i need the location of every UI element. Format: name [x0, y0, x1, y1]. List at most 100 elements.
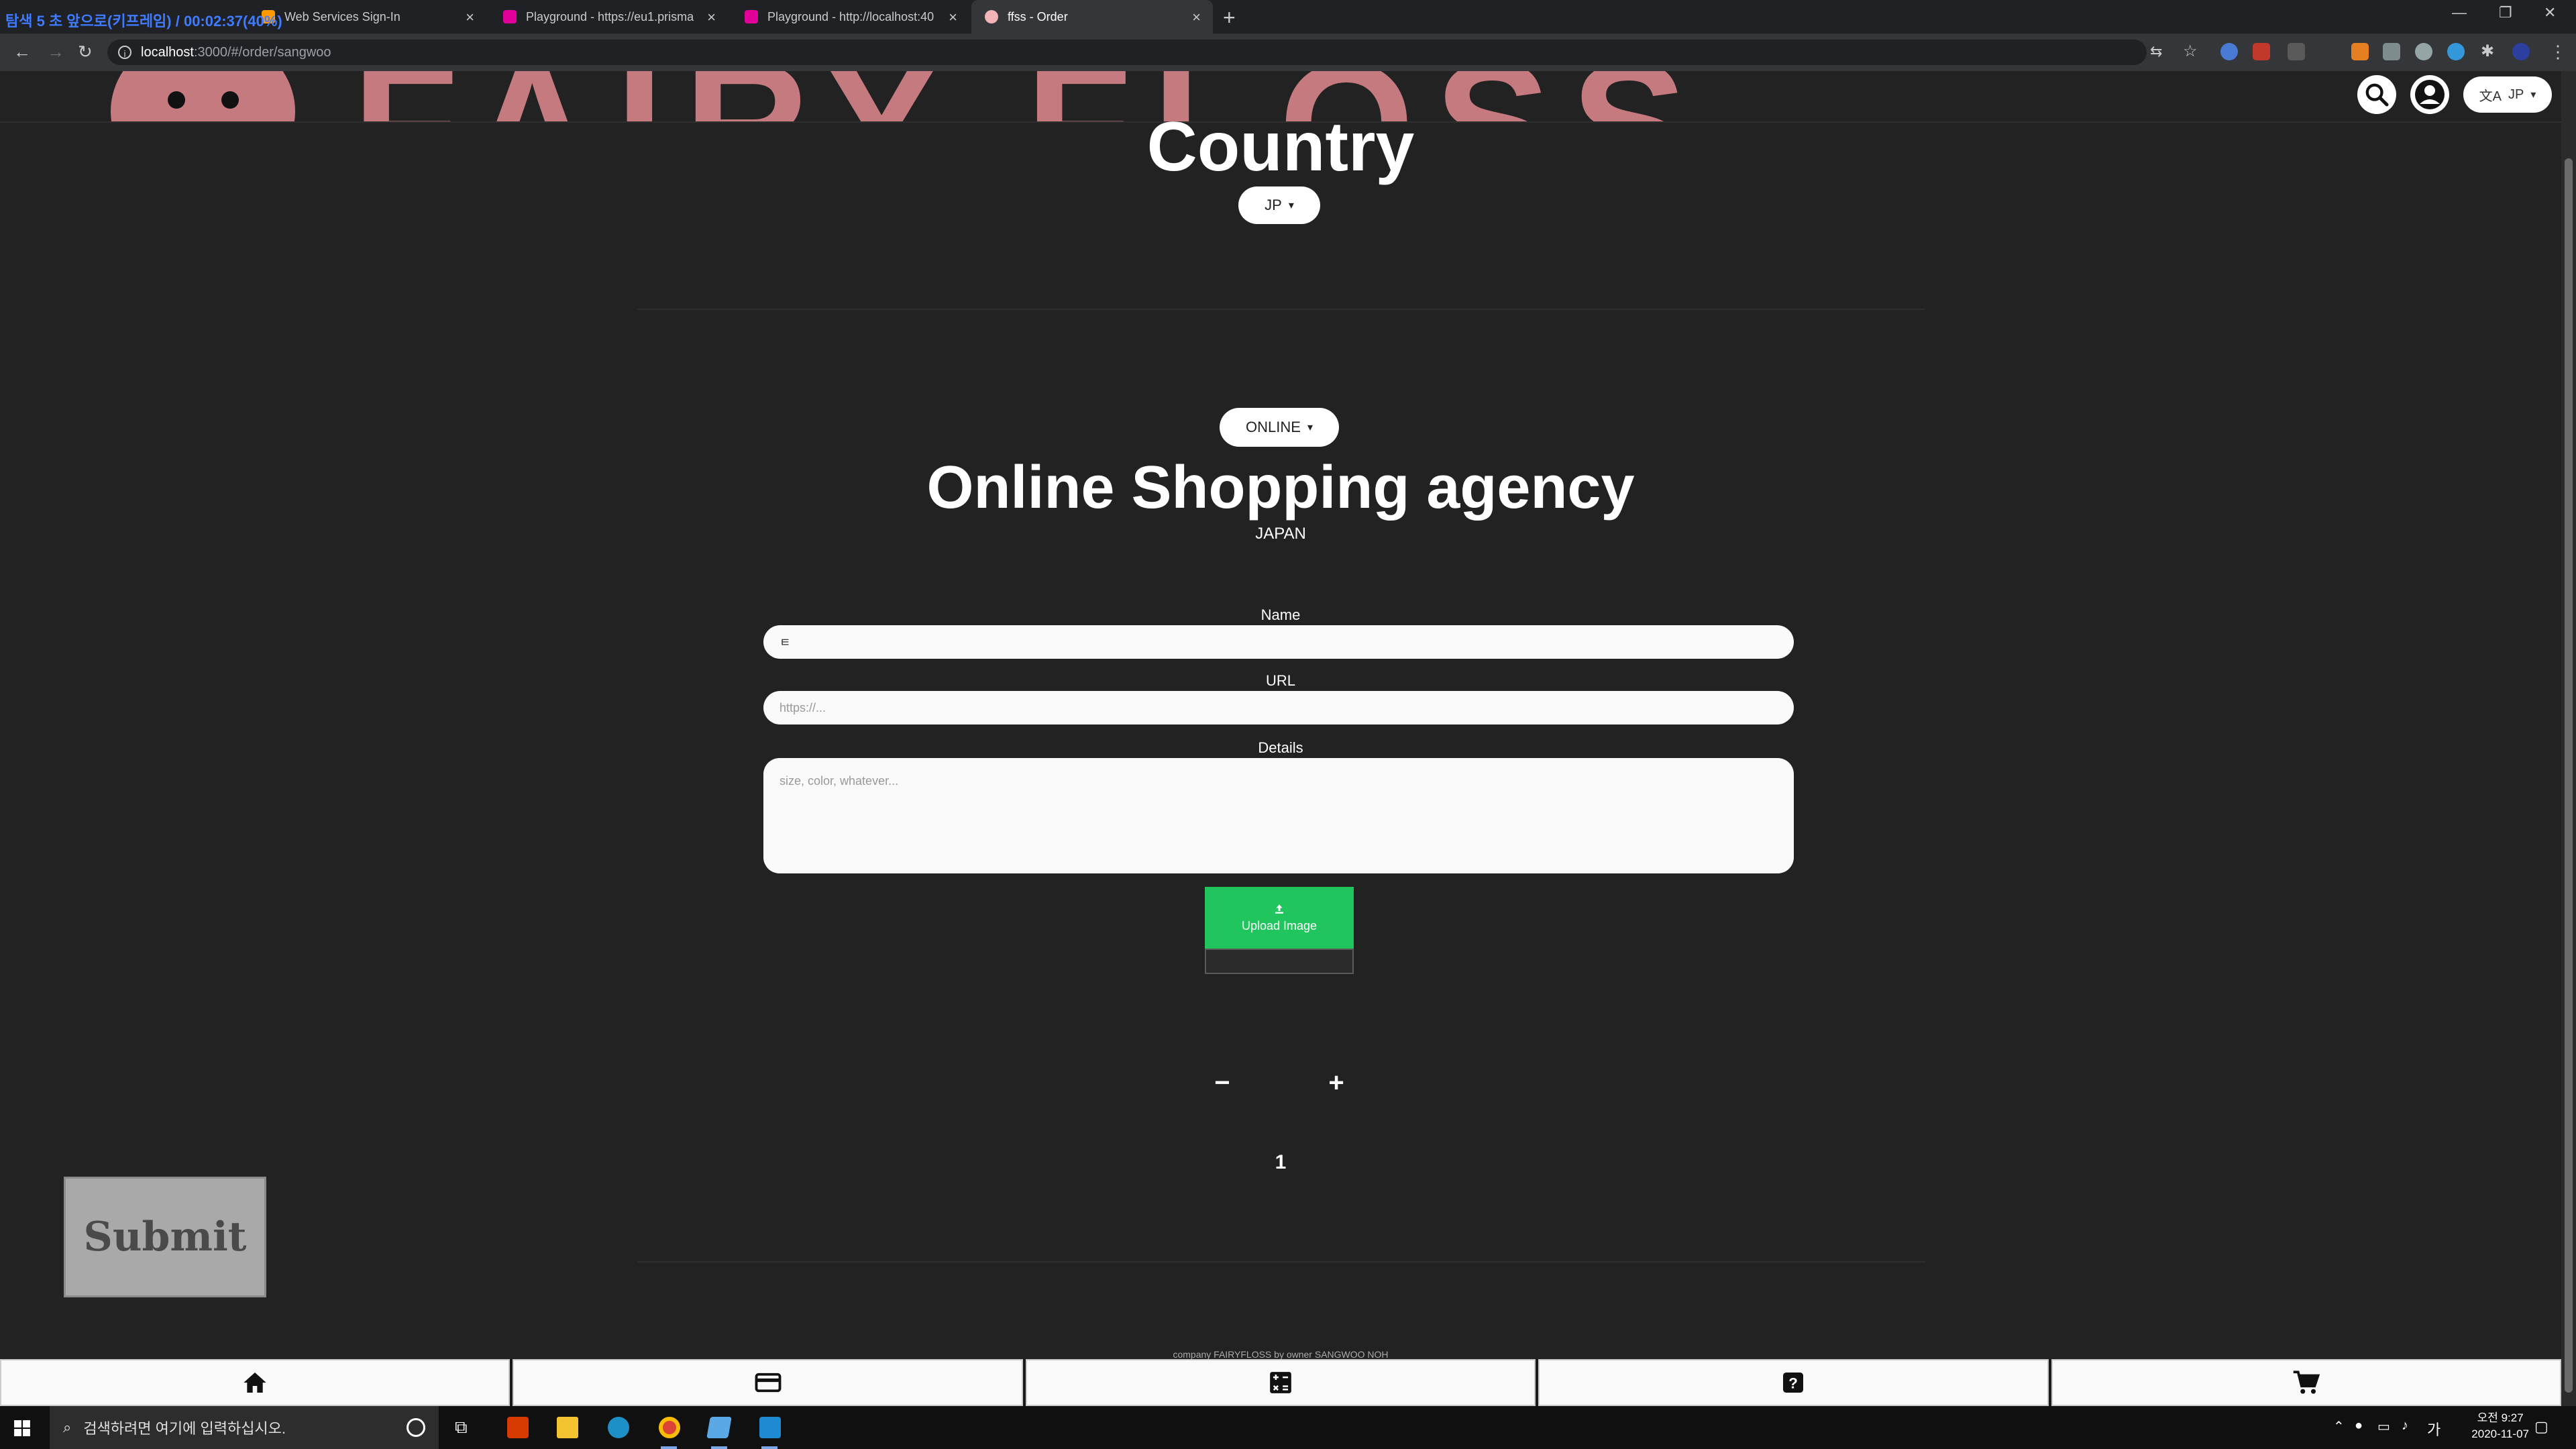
tab-title: Web Services Sign-In	[284, 9, 400, 23]
graphql-icon	[745, 10, 758, 23]
cortana-icon[interactable]	[407, 1418, 425, 1437]
active-app-indicator	[711, 1446, 727, 1449]
graphql-icon	[503, 10, 517, 23]
back-icon[interactable]: ←	[13, 42, 31, 62]
windows-start-icon[interactable]	[13, 1419, 31, 1437]
clock-date: 2020-11-07	[2471, 1428, 2529, 1440]
upload-image-button[interactable]: Upload Image	[1205, 887, 1354, 949]
submit-button[interactable]: Submit	[64, 1177, 266, 1297]
chevron-down-icon: ▾	[2530, 89, 2536, 101]
taskbar-clock[interactable]: 오전 9:27 2020-11-07	[2471, 1410, 2529, 1442]
chrome-icon[interactable]	[659, 1417, 680, 1438]
chevron-down-icon: ▾	[1288, 200, 1294, 211]
question-icon: ?	[1783, 1373, 1804, 1393]
quantity-increment-button[interactable]: +	[1323, 1069, 1350, 1096]
details-textarea[interactable]	[763, 758, 1794, 873]
close-icon[interactable]: ×	[466, 9, 474, 26]
forward-icon[interactable]: →	[47, 42, 64, 62]
upload-icon	[1275, 904, 1283, 914]
task-view-icon[interactable]: ⧉	[455, 1417, 476, 1438]
network-icon[interactable]: ▭	[2377, 1418, 2390, 1435]
country-select[interactable]: JP ▾	[1238, 186, 1320, 224]
star-icon[interactable]: ☆	[2183, 42, 2198, 61]
extension-icon[interactable]	[2351, 43, 2369, 60]
quantity-decrement-button[interactable]: −	[1209, 1069, 1236, 1096]
page-scrollbar[interactable]	[2561, 71, 2576, 1406]
url-input[interactable]	[763, 691, 1794, 724]
footer-company-note: company FAIRYFLOSS by owner SANGWOO NOH	[1173, 1349, 1389, 1360]
calculator-icon	[1270, 1372, 1291, 1393]
translate-icon: 文A	[2479, 89, 2502, 104]
search-icon: ⌕	[63, 1419, 72, 1436]
site-info-icon[interactable]: i	[118, 46, 131, 59]
vscode-icon[interactable]	[759, 1417, 781, 1438]
upload-preview-box	[1205, 949, 1354, 974]
edge-icon[interactable]	[608, 1417, 629, 1438]
name-input[interactable]	[763, 625, 1794, 659]
section-divider	[637, 1261, 1925, 1263]
volume-icon[interactable]: ♪	[2402, 1418, 2408, 1434]
search-icon	[2365, 83, 2389, 107]
clock-time: 오전 9:27	[2477, 1411, 2524, 1424]
details-label: Details	[1258, 739, 1303, 756]
extension-icon[interactable]	[2220, 43, 2238, 60]
browser-tab-bar: Web Services Sign-In × Playground - http…	[0, 0, 2576, 34]
logo-eye	[221, 91, 239, 109]
extension-icon[interactable]	[2288, 43, 2305, 60]
extension-icon[interactable]	[2253, 43, 2270, 60]
ime-indicator[interactable]: 가	[2427, 1418, 2440, 1440]
minimize-icon[interactable]: —	[2452, 4, 2467, 21]
tab-title: ffss - Order	[1008, 9, 1068, 23]
restore-icon[interactable]: ❐	[2499, 4, 2512, 21]
user-circle-icon	[2415, 80, 2445, 109]
tab-aws-signin[interactable]: Web Services Sign-In ×	[248, 0, 486, 34]
windows-taskbar: ⌕ 검색하려면 여기에 입력하십시오. ⧉ ⌃ ● ▭ ♪ 가 오전 9:27 …	[0, 1406, 2576, 1449]
extension-icon[interactable]	[2415, 43, 2432, 60]
close-window-icon[interactable]: ✕	[2544, 4, 2556, 21]
close-icon[interactable]: ×	[1192, 9, 1201, 26]
notification-icon[interactable]: ▢	[2534, 1418, 2548, 1436]
profile-avatar[interactable]	[2512, 43, 2530, 60]
service-type-value: ONLINE	[1246, 419, 1301, 435]
puzzle-icon[interactable]: ✱	[2481, 42, 2494, 61]
extension-icon[interactable]	[2447, 43, 2465, 60]
translate-icon[interactable]: ⇆	[2150, 43, 2162, 60]
address-bar-row: ← → ↻ i localhost:3000/#/order/sangwoo ⇆…	[0, 34, 2576, 71]
upload-image-label: Upload Image	[1241, 918, 1318, 932]
reload-icon[interactable]: ↻	[78, 42, 93, 62]
close-icon[interactable]: ×	[949, 9, 957, 26]
taskbar-search-placeholder: 검색하려면 여기에 입력하십시오.	[83, 1420, 286, 1437]
agency-title: Online Shopping agency	[926, 454, 1635, 521]
tab-ffss-order[interactable]: ffss - Order ×	[971, 0, 1213, 34]
tab-title: Playground - http://localhost:40	[767, 9, 934, 23]
nav-cart[interactable]	[2051, 1359, 2561, 1406]
close-icon[interactable]: ×	[707, 9, 716, 26]
notes-app-icon[interactable]	[706, 1417, 732, 1438]
name-label: Name	[1260, 606, 1301, 623]
quantity-value: 1	[1275, 1151, 1287, 1173]
active-app-indicator	[761, 1446, 777, 1449]
tray-overflow-icon[interactable]: ⌃	[2333, 1418, 2345, 1435]
logo-eye	[168, 91, 185, 109]
url-field[interactable]: i localhost:3000/#/order/sangwoo	[107, 40, 2147, 65]
nav-help[interactable]: ?	[1538, 1359, 2049, 1406]
url-host: localhost	[141, 44, 194, 60]
service-type-select[interactable]: ONLINE ▾	[1220, 408, 1339, 447]
office-icon[interactable]	[507, 1417, 529, 1438]
extension-icon[interactable]	[2383, 43, 2400, 60]
country-value: JP	[1265, 197, 1282, 213]
tab-playground-localhost[interactable]: Playground - http://localhost:40 ×	[731, 0, 969, 34]
file-explorer-icon[interactable]	[557, 1417, 578, 1438]
page-viewport: FAIRY FLOSS 文A JP ▾ Country JP ▾ ONLINE …	[0, 71, 2561, 1406]
tab-playground-eu1[interactable]: Playground - https://eu1.prisma ×	[490, 0, 728, 34]
bottom-navigation: ?	[0, 1359, 2561, 1406]
home-icon	[244, 1373, 266, 1393]
microphone-icon[interactable]: ●	[2355, 1418, 2363, 1434]
nav-home[interactable]	[0, 1359, 511, 1406]
nav-payment[interactable]	[513, 1359, 1023, 1406]
taskbar-search[interactable]: ⌕ 검색하려면 여기에 입력하십시오.	[50, 1406, 439, 1449]
nav-calculator[interactable]	[1025, 1359, 1536, 1406]
new-tab-button[interactable]: +	[1223, 5, 1236, 30]
browser-menu-icon[interactable]: ⋮	[2549, 42, 2567, 62]
scrollbar-thumb[interactable]	[2565, 158, 2573, 1393]
